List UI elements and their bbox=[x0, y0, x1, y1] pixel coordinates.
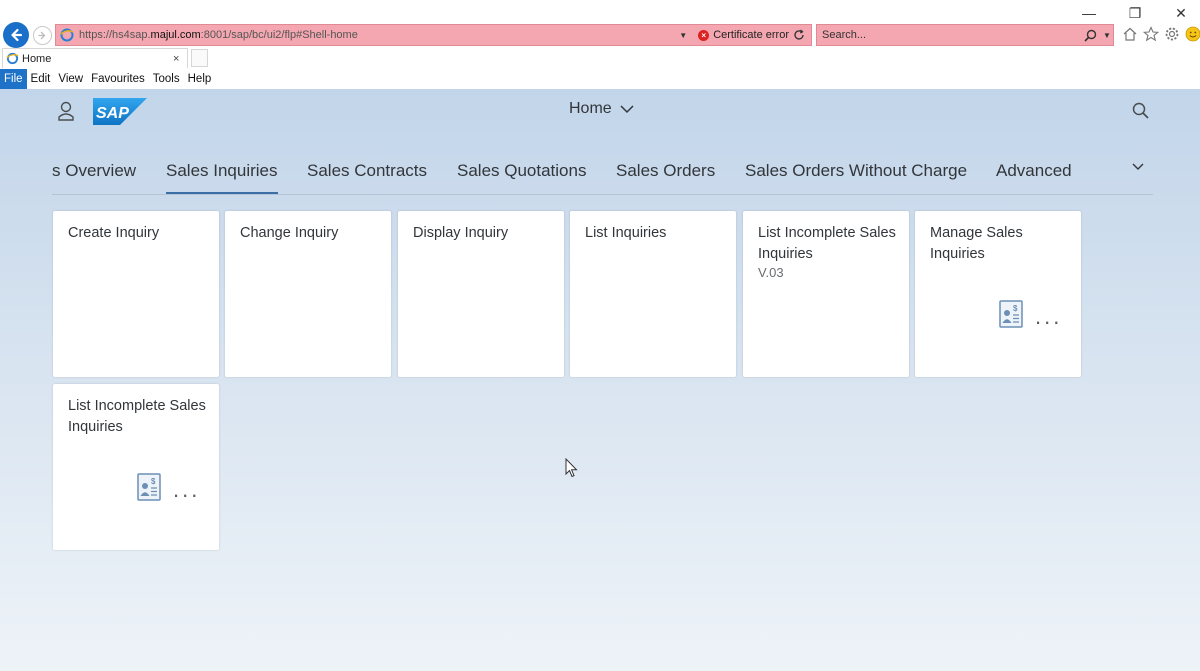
mouse-cursor-icon bbox=[565, 458, 578, 478]
tile-list-inquiries[interactable]: List Inquiries bbox=[570, 211, 736, 377]
shell-title-label: Home bbox=[569, 100, 612, 117]
forward-button[interactable] bbox=[33, 26, 52, 45]
browser-menubar: File Edit View Favourites Tools Help bbox=[0, 69, 1200, 89]
menu-edit[interactable]: Edit bbox=[27, 69, 55, 89]
url-text[interactable]: https://hs4sap.majul.com:8001/sap/bc/ui2… bbox=[79, 29, 676, 41]
tile-title: Display Inquiry bbox=[413, 225, 509, 241]
minimize-button[interactable]: — bbox=[1080, 4, 1098, 22]
svg-text:$: $ bbox=[1013, 304, 1018, 313]
tile-create-inquiry[interactable]: Create Inquiry bbox=[53, 211, 219, 377]
arrow-left-icon bbox=[11, 28, 23, 42]
tile-change-inquiry[interactable]: Change Inquiry bbox=[225, 211, 391, 377]
user-icon[interactable] bbox=[56, 100, 76, 122]
address-bar[interactable]: https://hs4sap.majul.com:8001/sap/bc/ui2… bbox=[55, 24, 812, 46]
gear-icon[interactable] bbox=[1164, 26, 1180, 42]
tile-title: Change Inquiry bbox=[240, 225, 339, 241]
chevron-down-icon[interactable] bbox=[1130, 159, 1146, 175]
address-dropdown-icon[interactable]: ▼ bbox=[676, 31, 690, 40]
tile-display-inquiry[interactable]: Display Inquiry bbox=[398, 211, 564, 377]
shell-title[interactable]: Home bbox=[569, 100, 634, 118]
home-icon[interactable] bbox=[1122, 26, 1138, 42]
close-window-button[interactable]: ✕ bbox=[1172, 4, 1190, 22]
browser-toolbar-icons bbox=[1122, 26, 1200, 42]
chevron-down-icon bbox=[620, 104, 634, 113]
window-controls: — ❐ ✕ bbox=[1080, 4, 1190, 22]
star-icon[interactable] bbox=[1143, 26, 1159, 42]
search-icon[interactable] bbox=[1131, 101, 1151, 121]
refresh-icon[interactable] bbox=[793, 29, 805, 41]
tile-title: List Incomplete Sales Inquiries bbox=[68, 398, 206, 435]
sales-document-icon: $ bbox=[137, 473, 161, 501]
fiori-launchpad: SAP Home s Overview Sales Inquiries Sale… bbox=[0, 89, 1200, 671]
browser-chrome: — ❐ ✕ https://hs4sap.majul.com:8001/sap/… bbox=[0, 0, 1200, 89]
sales-document-icon: $ bbox=[999, 300, 1023, 328]
tile-manage-sales-inquiries[interactable]: Manage Sales Inquiries $ ... bbox=[915, 211, 1081, 377]
tile-list-incomplete-sales-inquiries-2[interactable]: List Incomplete Sales Inquiries $ ... bbox=[53, 384, 219, 550]
menu-help[interactable]: Help bbox=[184, 69, 216, 89]
error-icon: × bbox=[698, 29, 710, 41]
menu-view[interactable]: View bbox=[54, 69, 87, 89]
browser-tab-title: Home bbox=[22, 52, 52, 65]
certificate-error[interactable]: × Certificate error bbox=[698, 29, 811, 41]
tile-title: List Inquiries bbox=[585, 225, 667, 241]
menu-tools[interactable]: Tools bbox=[149, 69, 184, 89]
certificate-error-label: Certificate error bbox=[713, 29, 789, 41]
browser-tab-home[interactable]: Home × bbox=[2, 48, 188, 68]
menu-file[interactable]: File bbox=[0, 69, 27, 89]
more-options[interactable]: ... bbox=[173, 479, 200, 501]
browser-tabbar: Home × bbox=[0, 48, 1200, 68]
more-options[interactable]: ... bbox=[1035, 306, 1062, 328]
tab-advanced[interactable]: Advanced bbox=[996, 161, 1072, 194]
tab-sales-contracts[interactable]: Sales Contracts bbox=[307, 161, 427, 194]
ie-page-icon bbox=[60, 28, 74, 42]
anchor-navigation-bar: s Overview Sales Inquiries Sales Contrac… bbox=[52, 149, 1153, 195]
tile-title: Manage Sales Inquiries bbox=[930, 225, 1023, 262]
tab-sales-quotations[interactable]: Sales Quotations bbox=[457, 161, 586, 194]
smiley-icon[interactable] bbox=[1185, 26, 1200, 42]
close-tab-button[interactable]: × bbox=[173, 53, 187, 65]
sap-logo[interactable]: SAP bbox=[93, 98, 147, 125]
tile-title: List Incomplete Sales Inquiries bbox=[758, 225, 896, 262]
tab-sales-inquiries[interactable]: Sales Inquiries bbox=[166, 161, 278, 194]
new-tab-button[interactable] bbox=[191, 49, 208, 67]
search-dropdown-icon[interactable]: ▼ bbox=[1101, 31, 1113, 40]
browser-search[interactable]: Search... ▼ bbox=[816, 24, 1114, 46]
ie-page-icon bbox=[6, 52, 19, 65]
search-input[interactable]: Search... bbox=[822, 29, 1079, 41]
tab-overview[interactable]: s Overview bbox=[52, 161, 136, 194]
shell-header: SAP Home bbox=[0, 89, 1200, 133]
restore-button[interactable]: ❐ bbox=[1126, 4, 1144, 22]
tab-sales-orders-without-charge[interactable]: Sales Orders Without Charge bbox=[745, 161, 967, 194]
arrow-right-icon bbox=[38, 31, 46, 40]
tile-list-incomplete-sales-inquiries[interactable]: List Incomplete Sales Inquiries V.03 bbox=[743, 211, 909, 377]
back-button[interactable] bbox=[3, 22, 29, 48]
menu-favourites[interactable]: Favourites bbox=[87, 69, 149, 89]
tile-title: Create Inquiry bbox=[68, 225, 160, 241]
svg-text:SAP: SAP bbox=[96, 105, 129, 122]
svg-text:$: $ bbox=[151, 477, 156, 486]
tab-sales-orders[interactable]: Sales Orders bbox=[616, 161, 715, 194]
search-icon[interactable] bbox=[1079, 29, 1101, 42]
tile-subtitle: V.03 bbox=[758, 265, 784, 280]
